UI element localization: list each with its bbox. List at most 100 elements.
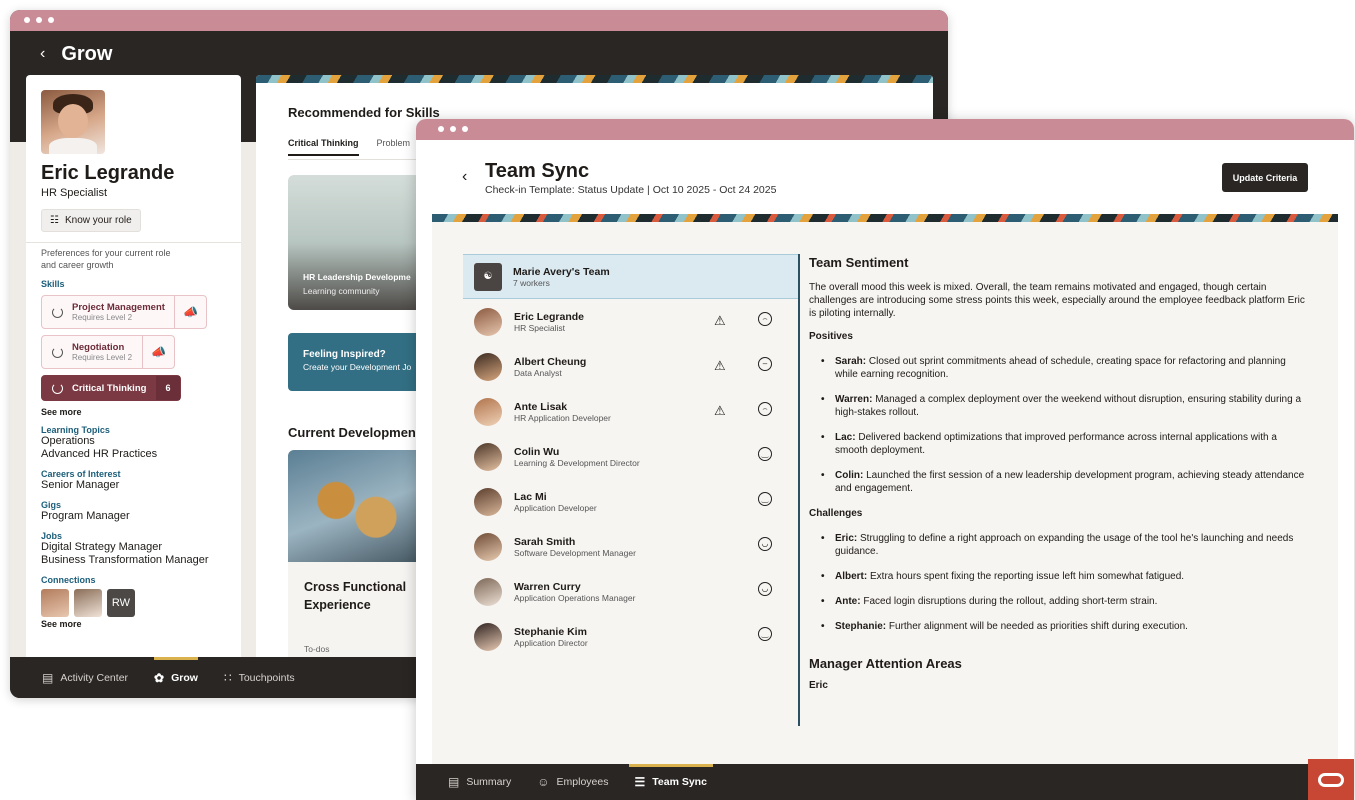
positive-item: Sarah: Closed out sprint commitments ahe… (821, 355, 1309, 381)
update-criteria-button[interactable]: Update Criteria (1222, 163, 1308, 192)
back-icon[interactable]: ‹ (462, 168, 467, 186)
skill-count-badge: 6 (156, 376, 180, 400)
tab-critical-thinking[interactable]: Critical Thinking (288, 138, 359, 156)
warning-icon[interactable]: ⚠ (714, 358, 726, 374)
member-role: Software Development Manager (514, 547, 636, 558)
progress-ring-icon (52, 382, 63, 394)
positive-item: Warren: Managed a complex deployment ove… (821, 393, 1309, 419)
team-sync-window: ‹ Team Sync Check-in Template: Status Up… (416, 119, 1354, 800)
member-role: Application Developer (514, 502, 597, 513)
job-item: Digital Strategy Manager (41, 541, 163, 553)
team-member-row[interactable]: Colin Wu Learning & Development Director ‿ (463, 434, 798, 479)
team-header-row[interactable]: ☯ Marie Avery's Team 7 workers (463, 254, 798, 299)
member-name: Warren Curry (514, 580, 581, 593)
profile-role: HR Specialist (41, 187, 108, 199)
mood-very-happy-icon[interactable]: ◡ (758, 582, 772, 596)
gigs-heading: Gigs (41, 500, 62, 510)
megaphone-icon[interactable]: 📣 (142, 336, 174, 368)
connection-avatar-initials[interactable]: RW (107, 589, 135, 617)
back-icon[interactable]: ‹ (40, 45, 45, 63)
see-more-skills-link[interactable]: See more (41, 407, 226, 417)
profile-name: Eric Legrande (41, 162, 175, 184)
team-member-row[interactable]: Ante Lisak HR Application Developer ⚠ ⌢ (463, 389, 798, 434)
org-chart-icon: ☷ (50, 215, 59, 226)
connection-avatar[interactable] (74, 589, 102, 617)
nav-grow[interactable]: ✿ Grow (154, 657, 198, 698)
member-name: Albert Cheung (514, 355, 587, 368)
summary-icon: ▤ (448, 775, 460, 789)
member-name: Stephanie Kim (514, 625, 587, 638)
challenge-item: Ante: Faced login disruptions during the… (821, 595, 1309, 608)
skill-critical-thinking[interactable]: Critical Thinking 6 (41, 375, 181, 401)
team-member-row[interactable]: Warren Curry Application Operations Manag… (463, 569, 798, 614)
tab-problem[interactable]: Problem (377, 138, 411, 156)
page-subtitle: Check-in Template: Status Update | Oct 1… (485, 184, 777, 196)
member-role: Learning & Development Director (514, 457, 640, 468)
know-your-role-button[interactable]: ☷ Know your role (41, 209, 141, 232)
megaphone-icon[interactable]: 📣 (174, 296, 206, 328)
nav-activity-center[interactable]: ▤ Activity Center (42, 657, 128, 698)
avatar (474, 577, 502, 606)
touchpoints-icon: ∷ (223, 670, 232, 685)
learning-topic: Operations (41, 435, 95, 447)
connections-list: RW (41, 589, 226, 617)
careers-heading: Careers of Interest (41, 469, 121, 479)
skill-project-management[interactable]: Project Management Requires Level 2 📣 (41, 295, 207, 329)
sentiment-intro: The overall mood this week is mixed. Ove… (809, 282, 1305, 319)
see-more-connections-link[interactable]: See more (41, 619, 226, 629)
nav-employees[interactable]: ☺ Employees (537, 764, 608, 800)
window-titlebar (416, 119, 1354, 140)
connection-avatar[interactable] (41, 589, 69, 617)
mood-sad-icon[interactable]: ⌢ (758, 402, 772, 416)
mood-neutral-icon[interactable]: ‒ (758, 357, 772, 371)
skills-heading: Skills (41, 279, 65, 289)
member-role: Data Analyst (514, 367, 562, 378)
avatar (474, 397, 502, 426)
job-item: Business Transformation Manager (41, 554, 209, 566)
skill-negotiation[interactable]: Negotiation Requires Level 2 📣 (41, 335, 175, 369)
attention-name: Eric (809, 680, 828, 691)
team-list: ☯ Marie Avery's Team 7 workers Eric Legr… (463, 254, 798, 659)
team-member-row[interactable]: Lac Mi Application Developer ‿ (463, 479, 798, 524)
warning-icon[interactable]: ⚠ (714, 313, 726, 329)
positives-list: Sarah: Closed out sprint commitments ahe… (809, 355, 1309, 495)
page-title: Team Sync (485, 160, 590, 182)
jobs-heading: Jobs (41, 531, 63, 541)
oracle-logo-icon[interactable] (1308, 759, 1354, 800)
mood-very-happy-icon[interactable]: ◡ (758, 537, 772, 551)
window-controls[interactable] (438, 126, 468, 132)
positive-item: Colin: Launched the first session of a n… (821, 469, 1309, 495)
window-titlebar (10, 10, 948, 31)
warning-icon[interactable]: ⚠ (714, 403, 726, 419)
manager-attention-heading: Manager Attention Areas (809, 656, 962, 671)
member-name: Sarah Smith (514, 535, 576, 548)
avatar (474, 442, 502, 471)
mood-sad-icon[interactable]: ⌢ (758, 312, 772, 326)
preferences-text: Preferences for your current role and ca… (26, 242, 241, 271)
mood-happy-icon[interactable]: ‿ (758, 627, 772, 641)
progress-ring-icon (52, 306, 63, 318)
profile-panel: Eric Legrande HR Specialist ☷ Know your … (26, 75, 241, 657)
team-member-row[interactable]: Stephanie Kim Application Director ‿ (463, 614, 798, 659)
member-name: Ante Lisak (514, 400, 568, 413)
connections-heading: Connections (41, 575, 96, 585)
team-member-row[interactable]: Sarah Smith Software Development Manager ◡ (463, 524, 798, 569)
nav-team-sync[interactable]: ☰ Team Sync (628, 764, 714, 800)
window-controls[interactable] (24, 17, 54, 23)
page-title: Grow (61, 42, 113, 65)
team-member-row[interactable]: Eric Legrande HR Specialist ⚠ ⌢ (463, 299, 798, 344)
grow-icon: ✿ (154, 670, 165, 685)
team-member-row[interactable]: Albert Cheung Data Analyst ⚠ ‒ (463, 344, 798, 389)
avatar (474, 352, 502, 381)
mood-happy-icon[interactable]: ‿ (758, 447, 772, 461)
recommended-heading: Recommended for Skills (288, 105, 440, 120)
nav-summary[interactable]: ▤ Summary (448, 764, 511, 800)
gig-item: Program Manager (41, 510, 130, 522)
panel-divider (798, 254, 800, 726)
skill-tabs: Critical Thinking Problem (288, 138, 410, 156)
positives-heading: Positives (809, 331, 853, 342)
mood-happy-icon[interactable]: ‿ (758, 492, 772, 506)
nav-touchpoints[interactable]: ∷ Touchpoints (224, 657, 295, 698)
positive-item: Lac: Delivered backend optimizations tha… (821, 431, 1309, 457)
avatar (41, 90, 105, 154)
